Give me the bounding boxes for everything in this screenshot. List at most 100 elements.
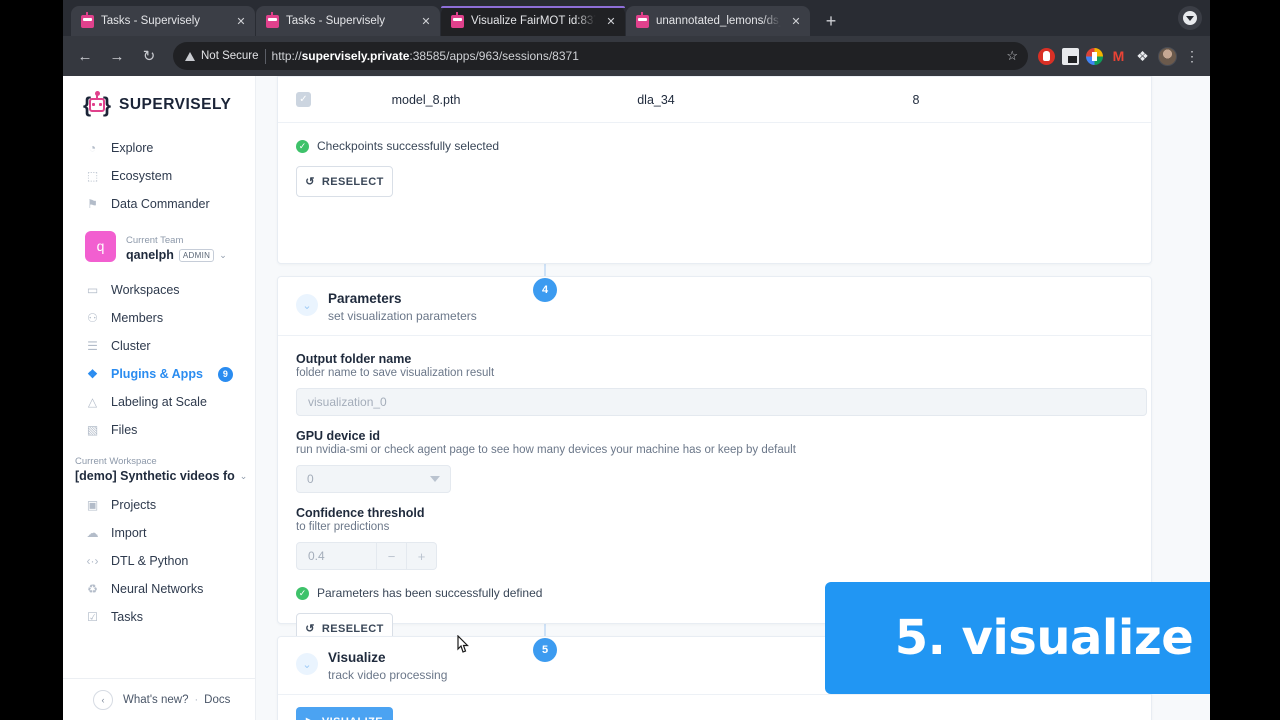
address-bar[interactable]: Not Secure http://supervisely.private:38… (173, 42, 1028, 70)
collapse-chevron-icon[interactable]: ⌄ (296, 294, 318, 316)
color-extension-icon[interactable] (1086, 47, 1103, 65)
team-avatar: q (85, 230, 116, 262)
stepper-value[interactable]: 0.4 (296, 542, 377, 570)
collapse-sidebar-button[interactable]: ‹ (93, 689, 113, 710)
plugins-count-badge: 9 (217, 366, 233, 382)
new-tab-button[interactable]: + (817, 7, 845, 35)
close-icon[interactable]: ✕ (418, 13, 434, 29)
browser-toolbar: ← → ↻ Not Secure http://supervisely.priv… (63, 36, 1210, 76)
close-icon[interactable]: ✕ (788, 13, 804, 29)
not-secure-icon (185, 51, 195, 61)
brand-name: SUPERVISELY (119, 96, 232, 113)
picture-in-picture-icon[interactable] (1062, 47, 1079, 65)
supervisely-robot-icon: { } (83, 91, 111, 117)
sidebar-item-label: Data Commander (111, 197, 210, 211)
sidebar-item-labeling-at-scale[interactable]: △ Labeling at Scale (63, 390, 255, 414)
sidebar-item-neural-networks[interactable]: ♻ Neural Networks (63, 577, 255, 601)
sidebar-item-tasks[interactable]: ☑ Tasks (63, 605, 255, 629)
close-icon[interactable]: ✕ (603, 13, 619, 29)
chevron-down-icon (1183, 11, 1197, 25)
supervisely-favicon (636, 11, 649, 28)
globe-icon: ◔ (88, 141, 97, 155)
sidebar-item-workspaces[interactable]: ▭ Workspaces (63, 278, 255, 302)
visualize-title-group: Visualize track video processing (328, 649, 447, 683)
role-badge: ADMIN (178, 248, 215, 262)
stepper-decrement-button[interactable]: − (377, 542, 407, 570)
app-logo[interactable]: { } SUPERVISELY (63, 76, 255, 132)
sidebar-item-label: Labeling at Scale (111, 395, 207, 409)
workspace-name: [demo] Synthetic videos fo (75, 469, 235, 483)
checkpoint-name: model_8.pth (391, 92, 461, 107)
table-row[interactable]: ✓ model_8.pth dla_34 8 (278, 77, 1151, 123)
gmail-icon[interactable]: M (1110, 48, 1127, 65)
browser-tab-2[interactable]: Tasks - Supervisely ✕ (256, 6, 440, 36)
parameters-card: ⌄ Parameters set visualization parameter… (277, 276, 1152, 644)
sidebar-item-label: DTL & Python (111, 554, 189, 568)
workspace-selector[interactable]: [demo] Synthetic videos fo ⌄ (63, 469, 255, 489)
sidebar-item-plugins-apps[interactable]: ❖ Plugins & Apps 9 (63, 362, 255, 386)
forward-button[interactable]: → (103, 42, 131, 70)
sidebar-item-files[interactable]: ▧ Files (63, 418, 255, 442)
image-stack-icon: ▣ (86, 498, 99, 512)
sidebar-item-label: Ecosystem (111, 169, 173, 183)
bookmark-star-icon[interactable]: ☆ (998, 48, 1018, 64)
team-name: qanelph (126, 248, 174, 262)
extensions-puzzle-icon[interactable]: ❖ (1134, 48, 1151, 65)
adblock-shield-icon[interactable] (1038, 47, 1055, 65)
sidebar-item-label: Plugins & Apps (111, 367, 203, 381)
sidebar-item-import[interactable]: ☁ Import (63, 521, 255, 545)
sidebar-item-data-commander[interactable]: ⚑ Data Commander (63, 192, 255, 216)
refresh-icon: ↺ (305, 623, 315, 635)
visualize-button[interactable]: ▶ VISUALIZE (296, 707, 393, 720)
file-icon: ▧ (86, 423, 99, 437)
output-folder-field: Output folder name folder name to save v… (296, 352, 1147, 416)
sidebar-item-cluster[interactable]: ☰ Cluster (63, 334, 255, 358)
row-checkbox[interactable]: ✓ (296, 92, 311, 107)
security-status: Not Secure (201, 50, 259, 62)
chevron-down-icon (430, 476, 440, 482)
current-team-caption: Current Team (126, 235, 184, 246)
sidebar-item-dtl-python[interactable]: ‹·› DTL & Python (63, 549, 255, 573)
sidebar-item-projects[interactable]: ▣ Projects (63, 493, 255, 517)
reselect-checkpoints-button[interactable]: ↺ RESELECT (296, 166, 393, 197)
back-button[interactable]: ← (71, 42, 99, 70)
supervisely-favicon (451, 11, 464, 28)
whats-new-link[interactable]: What's new? (123, 694, 188, 706)
play-icon: ▶ (306, 715, 315, 720)
sidebar-item-ecosystem[interactable]: ⬚ Ecosystem (63, 164, 255, 188)
window-menu-button[interactable] (1178, 6, 1202, 30)
sidebar-item-explore[interactable]: ◔ Explore (63, 136, 255, 160)
sidebar-item-label: Projects (111, 498, 157, 512)
parameters-title-group: Parameters set visualization parameters (328, 290, 477, 324)
extension-icons: M ❖ ⋮ (1038, 46, 1202, 66)
sidebar-item-label: Import (111, 526, 147, 540)
code-icon: ‹·› (86, 554, 99, 568)
field-label: Output folder name (296, 352, 412, 366)
browser-menu-icon[interactable]: ⋮ (1184, 48, 1200, 65)
selected-value: 0 (307, 472, 314, 486)
browser-window: Tasks - Supervisely ✕ Tasks - Supervisel… (63, 0, 1210, 720)
url-text: http://supervisely.private:38585/apps/96… (271, 49, 579, 63)
profile-avatar[interactable] (1158, 46, 1177, 66)
collapse-chevron-icon[interactable]: ⌄ (296, 653, 318, 675)
browser-tab-4[interactable]: unannotated_lemons/ds_0 - Su ✕ (626, 6, 810, 36)
gpu-device-select[interactable]: 0 (296, 465, 451, 493)
browser-tab-1[interactable]: Tasks - Supervisely ✕ (71, 6, 255, 36)
tab-title: Tasks - Supervisely (101, 15, 201, 27)
reload-button[interactable]: ↻ (135, 42, 163, 70)
close-icon[interactable]: ✕ (233, 13, 249, 29)
tab-strip: Tasks - Supervisely ✕ Tasks - Supervisel… (63, 0, 1210, 36)
overlay-callout-banner: 5. visualize (825, 582, 1210, 694)
output-folder-input[interactable]: visualization_0 (296, 388, 1147, 416)
confidence-stepper[interactable]: 0.4 − + (296, 542, 437, 570)
sidebar-item-label: Explore (111, 141, 154, 155)
overlay-text: 5. visualize (894, 610, 1194, 666)
browser-tab-3-active[interactable]: Visualize FairMOT id:8371 start ✕ (441, 6, 625, 36)
divider (264, 48, 266, 64)
docs-link[interactable]: Docs (204, 694, 230, 706)
sidebar-item-members[interactable]: ⚇ Members (63, 306, 255, 330)
card-subtitle: set visualization parameters (328, 309, 477, 323)
current-team-selector[interactable]: q Current Team qanelph ADMIN ⌄ (63, 220, 255, 274)
mouse-cursor (457, 635, 469, 653)
stepper-increment-button[interactable]: + (407, 542, 437, 570)
